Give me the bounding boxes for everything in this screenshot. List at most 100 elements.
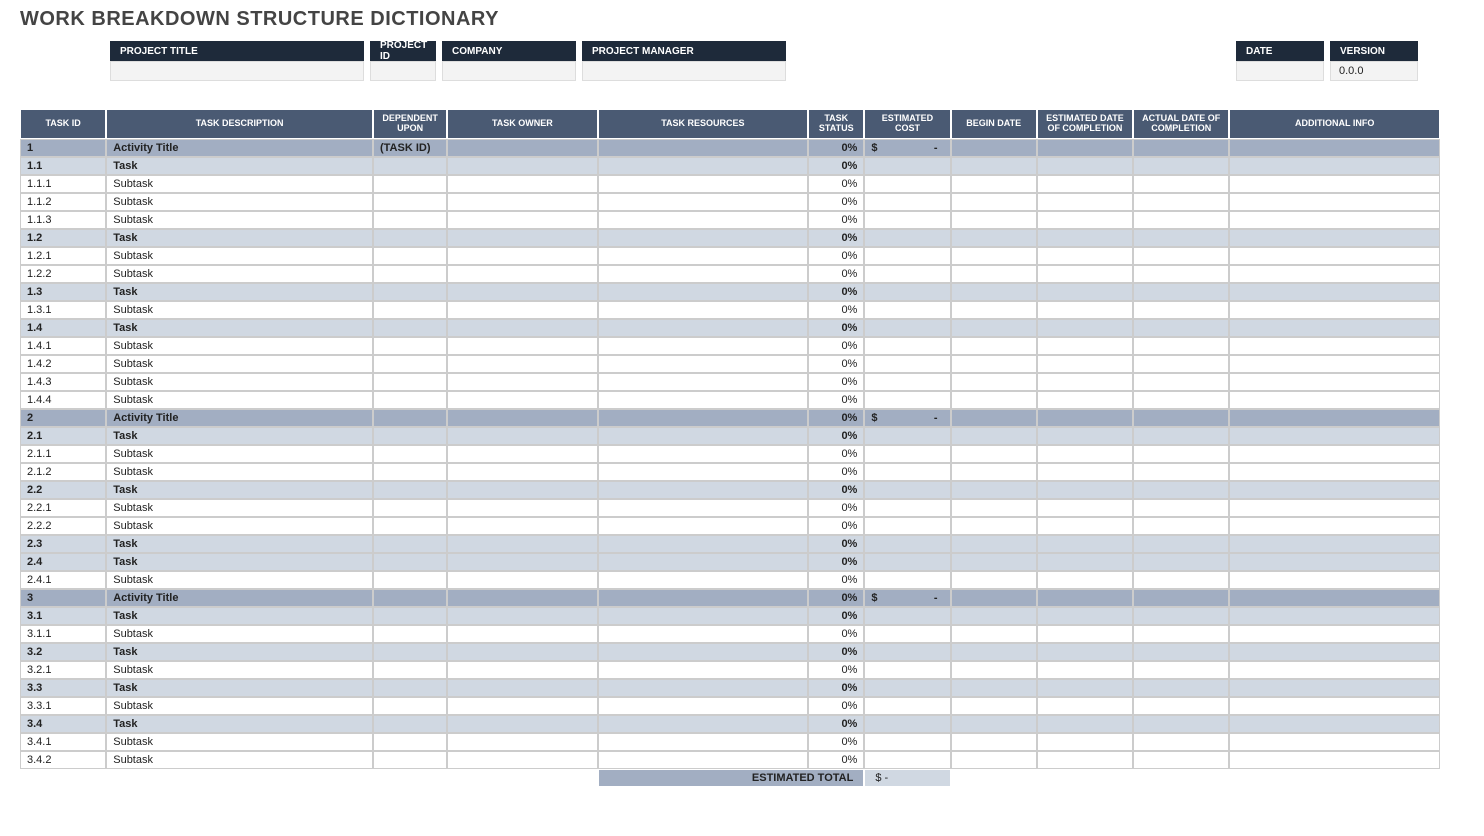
est-completion-cell[interactable] bbox=[1037, 373, 1133, 391]
task-owner-cell[interactable] bbox=[447, 301, 597, 319]
table-row[interactable]: 1.1.1Subtask0% bbox=[20, 175, 1440, 193]
dependent-upon-cell[interactable] bbox=[373, 697, 447, 715]
table-row[interactable]: 2.4Task0% bbox=[20, 553, 1440, 571]
task-owner-cell[interactable] bbox=[447, 463, 597, 481]
task-status-cell[interactable]: 0% bbox=[808, 391, 864, 409]
task-owner-cell[interactable] bbox=[447, 247, 597, 265]
dependent-upon-cell[interactable] bbox=[373, 391, 447, 409]
table-row[interactable]: 1.1Task0% bbox=[20, 157, 1440, 175]
task-resources-cell[interactable] bbox=[598, 211, 809, 229]
task-status-cell[interactable]: 0% bbox=[808, 355, 864, 373]
actual-completion-cell[interactable] bbox=[1133, 751, 1229, 769]
dependent-upon-cell[interactable] bbox=[373, 373, 447, 391]
est-completion-cell[interactable] bbox=[1037, 499, 1133, 517]
task-id-cell[interactable]: 3.4 bbox=[20, 715, 106, 733]
begin-date-cell[interactable] bbox=[951, 553, 1037, 571]
task-description-cell[interactable]: Task bbox=[106, 283, 373, 301]
begin-date-cell[interactable] bbox=[951, 193, 1037, 211]
task-resources-cell[interactable] bbox=[598, 391, 809, 409]
task-id-cell[interactable]: 2.1 bbox=[20, 427, 106, 445]
task-resources-cell[interactable] bbox=[598, 157, 809, 175]
additional-info-cell[interactable] bbox=[1229, 661, 1440, 679]
estimated-cost-cell[interactable] bbox=[864, 157, 950, 175]
task-owner-cell[interactable] bbox=[447, 535, 597, 553]
dependent-upon-cell[interactable] bbox=[373, 535, 447, 553]
table-row[interactable]: 2.3Task0% bbox=[20, 535, 1440, 553]
begin-date-cell[interactable] bbox=[951, 301, 1037, 319]
task-description-cell[interactable]: Subtask bbox=[106, 445, 373, 463]
task-description-cell[interactable]: Subtask bbox=[106, 625, 373, 643]
estimated-cost-cell[interactable] bbox=[864, 283, 950, 301]
task-description-cell[interactable]: Task bbox=[106, 643, 373, 661]
date-field[interactable] bbox=[1236, 61, 1324, 81]
table-row[interactable]: 1.4.3Subtask0% bbox=[20, 373, 1440, 391]
dependent-upon-cell[interactable] bbox=[373, 229, 447, 247]
est-completion-cell[interactable] bbox=[1037, 157, 1133, 175]
actual-completion-cell[interactable] bbox=[1133, 463, 1229, 481]
additional-info-cell[interactable] bbox=[1229, 427, 1440, 445]
estimated-cost-cell[interactable] bbox=[864, 553, 950, 571]
dependent-upon-cell[interactable] bbox=[373, 571, 447, 589]
task-id-cell[interactable]: 2.4.1 bbox=[20, 571, 106, 589]
table-row[interactable]: 2.4.1Subtask0% bbox=[20, 571, 1440, 589]
task-resources-cell[interactable] bbox=[598, 481, 809, 499]
task-owner-cell[interactable] bbox=[447, 589, 597, 607]
task-status-cell[interactable]: 0% bbox=[808, 319, 864, 337]
task-id-cell[interactable]: 1.3 bbox=[20, 283, 106, 301]
additional-info-cell[interactable] bbox=[1229, 589, 1440, 607]
actual-completion-cell[interactable] bbox=[1133, 427, 1229, 445]
dependent-upon-cell[interactable] bbox=[373, 211, 447, 229]
additional-info-cell[interactable] bbox=[1229, 571, 1440, 589]
dependent-upon-cell[interactable] bbox=[373, 517, 447, 535]
estimated-cost-cell[interactable] bbox=[864, 175, 950, 193]
dependent-upon-cell[interactable] bbox=[373, 643, 447, 661]
task-description-cell[interactable]: Task bbox=[106, 229, 373, 247]
task-description-cell[interactable]: Subtask bbox=[106, 193, 373, 211]
task-id-cell[interactable]: 1 bbox=[20, 139, 106, 157]
task-resources-cell[interactable] bbox=[598, 463, 809, 481]
actual-completion-cell[interactable] bbox=[1133, 211, 1229, 229]
task-id-cell[interactable]: 2.2 bbox=[20, 481, 106, 499]
dependent-upon-cell[interactable] bbox=[373, 553, 447, 571]
task-owner-cell[interactable] bbox=[447, 571, 597, 589]
task-status-cell[interactable]: 0% bbox=[808, 409, 864, 427]
task-description-cell[interactable]: Subtask bbox=[106, 697, 373, 715]
dependent-upon-cell[interactable] bbox=[373, 337, 447, 355]
actual-completion-cell[interactable] bbox=[1133, 139, 1229, 157]
est-completion-cell[interactable] bbox=[1037, 751, 1133, 769]
begin-date-cell[interactable] bbox=[951, 733, 1037, 751]
begin-date-cell[interactable] bbox=[951, 679, 1037, 697]
estimated-cost-cell[interactable] bbox=[864, 517, 950, 535]
est-completion-cell[interactable] bbox=[1037, 679, 1133, 697]
table-row[interactable]: 1.1.3Subtask0% bbox=[20, 211, 1440, 229]
task-status-cell[interactable]: 0% bbox=[808, 553, 864, 571]
actual-completion-cell[interactable] bbox=[1133, 661, 1229, 679]
table-row[interactable]: 2.1.2Subtask0% bbox=[20, 463, 1440, 481]
estimated-cost-cell[interactable] bbox=[864, 319, 950, 337]
begin-date-cell[interactable] bbox=[951, 337, 1037, 355]
additional-info-cell[interactable] bbox=[1229, 643, 1440, 661]
task-resources-cell[interactable] bbox=[598, 571, 809, 589]
additional-info-cell[interactable] bbox=[1229, 625, 1440, 643]
est-completion-cell[interactable] bbox=[1037, 409, 1133, 427]
task-status-cell[interactable]: 0% bbox=[808, 499, 864, 517]
dependent-upon-cell[interactable] bbox=[373, 247, 447, 265]
actual-completion-cell[interactable] bbox=[1133, 265, 1229, 283]
actual-completion-cell[interactable] bbox=[1133, 715, 1229, 733]
estimated-cost-cell[interactable] bbox=[864, 229, 950, 247]
table-row[interactable]: 3.4.1Subtask0% bbox=[20, 733, 1440, 751]
task-resources-cell[interactable] bbox=[598, 751, 809, 769]
task-description-cell[interactable]: Subtask bbox=[106, 733, 373, 751]
task-owner-cell[interactable] bbox=[447, 517, 597, 535]
table-row[interactable]: 1.2.1Subtask0% bbox=[20, 247, 1440, 265]
actual-completion-cell[interactable] bbox=[1133, 517, 1229, 535]
task-status-cell[interactable]: 0% bbox=[808, 373, 864, 391]
task-resources-cell[interactable] bbox=[598, 139, 809, 157]
estimated-cost-cell[interactable] bbox=[864, 193, 950, 211]
est-completion-cell[interactable] bbox=[1037, 427, 1133, 445]
task-resources-cell[interactable] bbox=[598, 553, 809, 571]
table-row[interactable]: 1.4.2Subtask0% bbox=[20, 355, 1440, 373]
task-description-cell[interactable]: Activity Title bbox=[106, 139, 373, 157]
task-resources-cell[interactable] bbox=[598, 409, 809, 427]
additional-info-cell[interactable] bbox=[1229, 607, 1440, 625]
